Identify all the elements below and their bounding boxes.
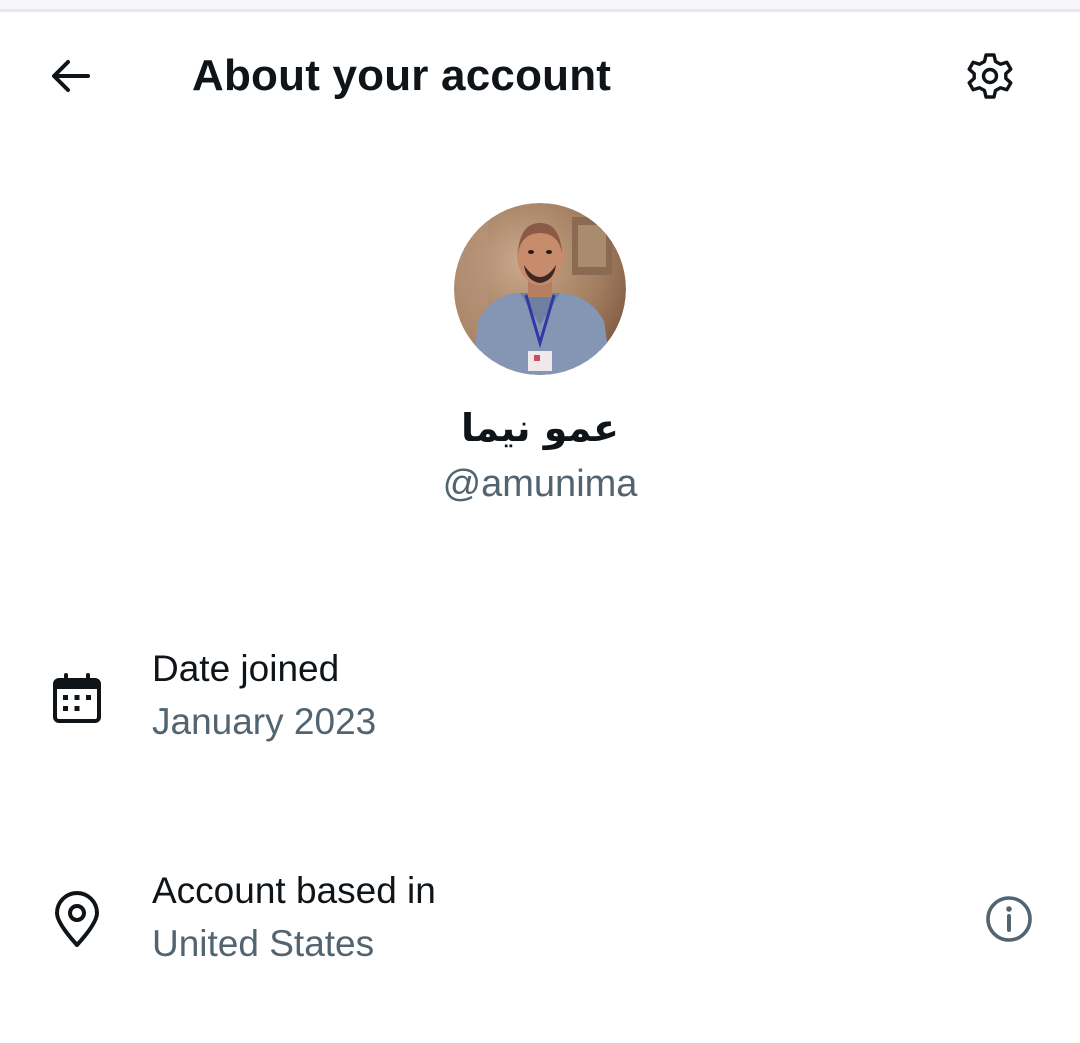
status-bar-divider: [0, 0, 1080, 12]
info-icon: [986, 896, 1032, 942]
date-joined-value: January 2023: [152, 701, 377, 742]
calendar-icon-wrap: [46, 668, 108, 730]
info-button[interactable]: [978, 888, 1040, 950]
back-button[interactable]: [30, 36, 110, 116]
page-title: About your account: [192, 51, 612, 100]
username-handle: @amunima: [442, 463, 638, 505]
gear-icon: [967, 53, 1013, 99]
location-pin-icon: [55, 891, 99, 947]
arrow-left-icon: [52, 60, 90, 92]
account-based-in-label: Account based in: [152, 870, 436, 911]
account-based-in-value: United States: [152, 923, 375, 964]
top-app-bar: About your account: [0, 12, 1080, 144]
calendar-icon: [53, 673, 101, 723]
date-joined-label: Date joined: [152, 648, 340, 689]
about-account-screen: About your account عمو نيما @amunima Dat…: [0, 0, 1080, 1043]
settings-button[interactable]: [950, 36, 1030, 116]
display-name: عمو نيما: [460, 406, 619, 450]
account-based-in-row: Account based in United States: [0, 862, 1080, 972]
date-joined-row: Date joined January 2023: [0, 640, 1080, 750]
location-icon-wrap: [46, 888, 108, 950]
avatar[interactable]: [454, 203, 626, 375]
profile-section: عمو نيما @amunima: [0, 203, 1080, 507]
